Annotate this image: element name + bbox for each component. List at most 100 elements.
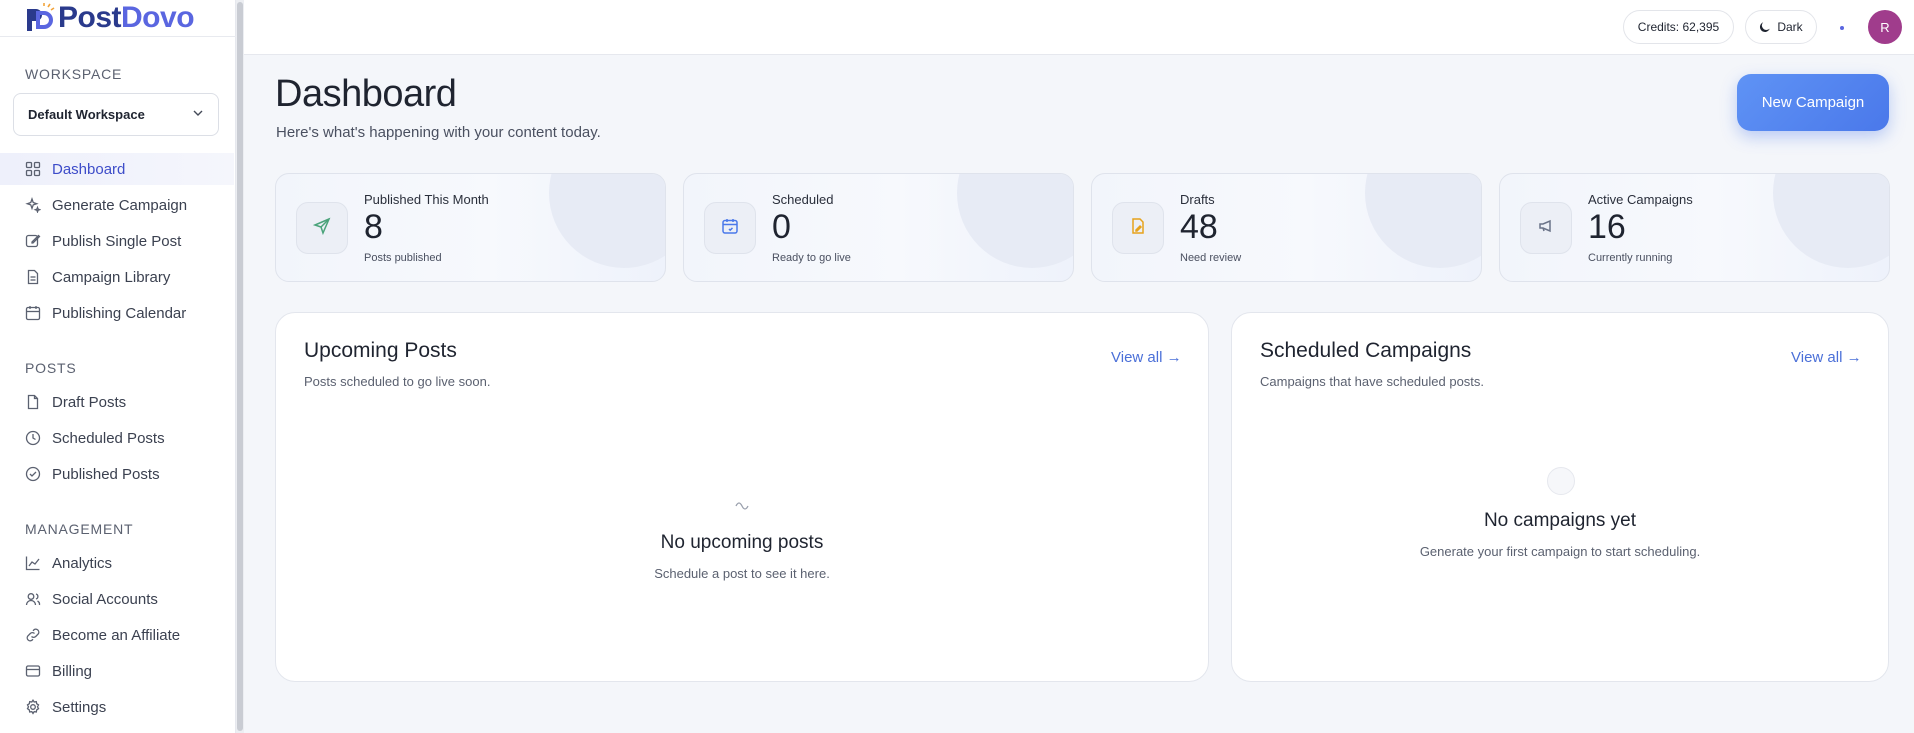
sidebar-item-label: Analytics [52, 554, 113, 572]
sidebar-item-dashboard[interactable]: Dashboard [0, 153, 234, 185]
scheduled-campaigns-panel: Scheduled Campaigns Campaigns that have … [1231, 312, 1889, 682]
theme-toggle-label: Dark [1777, 20, 1803, 34]
sidebar-item-label: Become an Affiliate [52, 626, 181, 644]
stat-card-active-campaigns[interactable]: Active Campaigns 16 Currently running [1499, 173, 1890, 282]
document-icon [24, 268, 42, 286]
sidebar-item-billing[interactable]: Billing [0, 655, 234, 687]
upcoming-view-all-link[interactable]: View all → [1111, 349, 1182, 366]
grid-icon [24, 160, 42, 178]
avatar-initial: R [1880, 19, 1890, 35]
empty-state-title: No campaigns yet [1483, 510, 1637, 531]
stat-icon-box [1520, 202, 1572, 254]
credits-badge[interactable]: Credits: 62,395 [1623, 10, 1734, 44]
workspace-select[interactable]: Default Workspace [13, 93, 219, 136]
avatar[interactable]: R [1868, 10, 1902, 44]
sidebar-item-campaign-library[interactable]: Campaign Library [0, 261, 234, 293]
stat-card-drafts[interactable]: Drafts 48 Need review [1091, 173, 1482, 282]
management-section-label: MANAGEMENT [25, 521, 134, 537]
empty-circle-icon [1547, 467, 1575, 495]
stat-sub: Currently running [1588, 252, 1673, 264]
send-icon [312, 217, 331, 240]
sidebar-item-become-affiliate[interactable]: Become an Affiliate [0, 619, 234, 651]
sidebar-item-label: Dashboard [52, 160, 126, 178]
workspace-label: WORKSPACE [25, 66, 123, 82]
panel-subtitle: Campaigns that have scheduled posts. [1260, 374, 1485, 389]
theme-toggle-button[interactable]: Dark [1745, 10, 1817, 44]
credits-text: Credits: 62,395 [1637, 20, 1720, 34]
card-icon [24, 662, 42, 680]
sidebar-item-analytics[interactable]: Analytics [0, 547, 234, 579]
sidebar-item-publish-single-post[interactable]: Publish Single Post [0, 225, 234, 257]
sidebar-item-published-posts[interactable]: Published Posts [0, 458, 234, 490]
empty-state-subtitle: Schedule a post to see it here. [654, 566, 830, 581]
check-circle-icon [24, 465, 42, 483]
stat-card-scheduled[interactable]: Scheduled 0 Ready to go live [683, 173, 1074, 282]
file-edit-icon [1129, 217, 1147, 240]
panel-title: Scheduled Campaigns [1260, 339, 1472, 362]
link-icon [24, 626, 42, 644]
clock-icon [24, 429, 42, 447]
sidebar-item-label: Social Accounts [52, 590, 158, 608]
sidebar-item-generate-campaign[interactable]: Generate Campaign [0, 189, 234, 221]
new-campaign-button[interactable]: New Campaign [1737, 74, 1889, 131]
page-subtitle: Here's what's happening with your conten… [276, 124, 601, 141]
posts-section-label: POSTS [25, 360, 77, 376]
brand-logo[interactable]: PostDovo [24, 1, 195, 34]
chevron-down-icon [192, 106, 204, 124]
sidebar-item-label: Publishing Calendar [52, 304, 187, 322]
gear-icon [24, 698, 42, 716]
users-icon [24, 590, 42, 608]
panel-subtitle: Posts scheduled to go live soon. [304, 374, 491, 389]
file-icon [24, 393, 42, 411]
sidebar-scrollbar[interactable] [236, 0, 244, 733]
calendar-icon [721, 217, 739, 240]
upcoming-posts-panel: Upcoming Posts Posts scheduled to go liv… [275, 312, 1209, 682]
stat-icon-box [704, 202, 756, 254]
stat-sub: Need review [1180, 252, 1242, 264]
stat-label: Published This Month [364, 192, 489, 207]
stat-icon-box [1112, 202, 1164, 254]
panel-title: Upcoming Posts [304, 339, 457, 362]
card-decoration [1773, 174, 1889, 268]
sparkle-icon [24, 196, 42, 214]
stat-value: 8 [364, 208, 383, 246]
campaigns-view-all-link[interactable]: View all → [1791, 349, 1862, 366]
stat-sub: Ready to go live [772, 252, 851, 264]
sidebar-item-label: Draft Posts [52, 393, 127, 411]
sidebar-item-social-accounts[interactable]: Social Accounts [0, 583, 234, 615]
stat-label: Active Campaigns [1588, 192, 1693, 207]
stat-sub: Posts published [364, 252, 442, 264]
notification-dot[interactable] [1840, 26, 1844, 30]
stat-value: 16 [1588, 208, 1626, 246]
empty-state-title: No upcoming posts [660, 532, 824, 553]
sidebar-item-label: Settings [52, 698, 107, 716]
sidebar-item-draft-posts[interactable]: Draft Posts [0, 386, 234, 418]
wave-icon [735, 499, 751, 517]
stat-value: 48 [1180, 208, 1218, 246]
sidebar-item-publishing-calendar[interactable]: Publishing Calendar [0, 297, 234, 329]
brand-name: PostDovo [58, 1, 195, 34]
sidebar-item-label: Generate Campaign [52, 196, 188, 214]
sidebar-item-settings[interactable]: Settings [0, 691, 234, 723]
brand-name-part1: Post [58, 1, 122, 34]
card-decoration [1365, 174, 1481, 268]
card-decoration [957, 174, 1073, 268]
sidebar-item-label: Campaign Library [52, 268, 171, 286]
empty-state-subtitle: Generate your first campaign to start sc… [1419, 544, 1701, 559]
stat-value: 0 [772, 208, 791, 246]
chart-icon [24, 554, 42, 572]
sidebar: PostDovo WORKSPACE Default Workspace Das… [0, 0, 236, 733]
stat-card-published[interactable]: Published This Month 8 Posts published [275, 173, 666, 282]
moon-icon [1759, 21, 1771, 33]
stat-label: Drafts [1180, 192, 1215, 207]
sidebar-item-label: Scheduled Posts [52, 429, 165, 447]
stat-icon-box [296, 202, 348, 254]
brand-name-part2: Dovo [121, 1, 195, 34]
edit-icon [24, 232, 42, 250]
stat-label: Scheduled [772, 192, 834, 207]
sidebar-item-label: Publish Single Post [52, 232, 182, 250]
calendar-icon [24, 304, 42, 322]
card-decoration [549, 174, 665, 268]
sidebar-item-scheduled-posts[interactable]: Scheduled Posts [0, 422, 234, 454]
sidebar-scrollbar-thumb[interactable] [237, 2, 243, 731]
